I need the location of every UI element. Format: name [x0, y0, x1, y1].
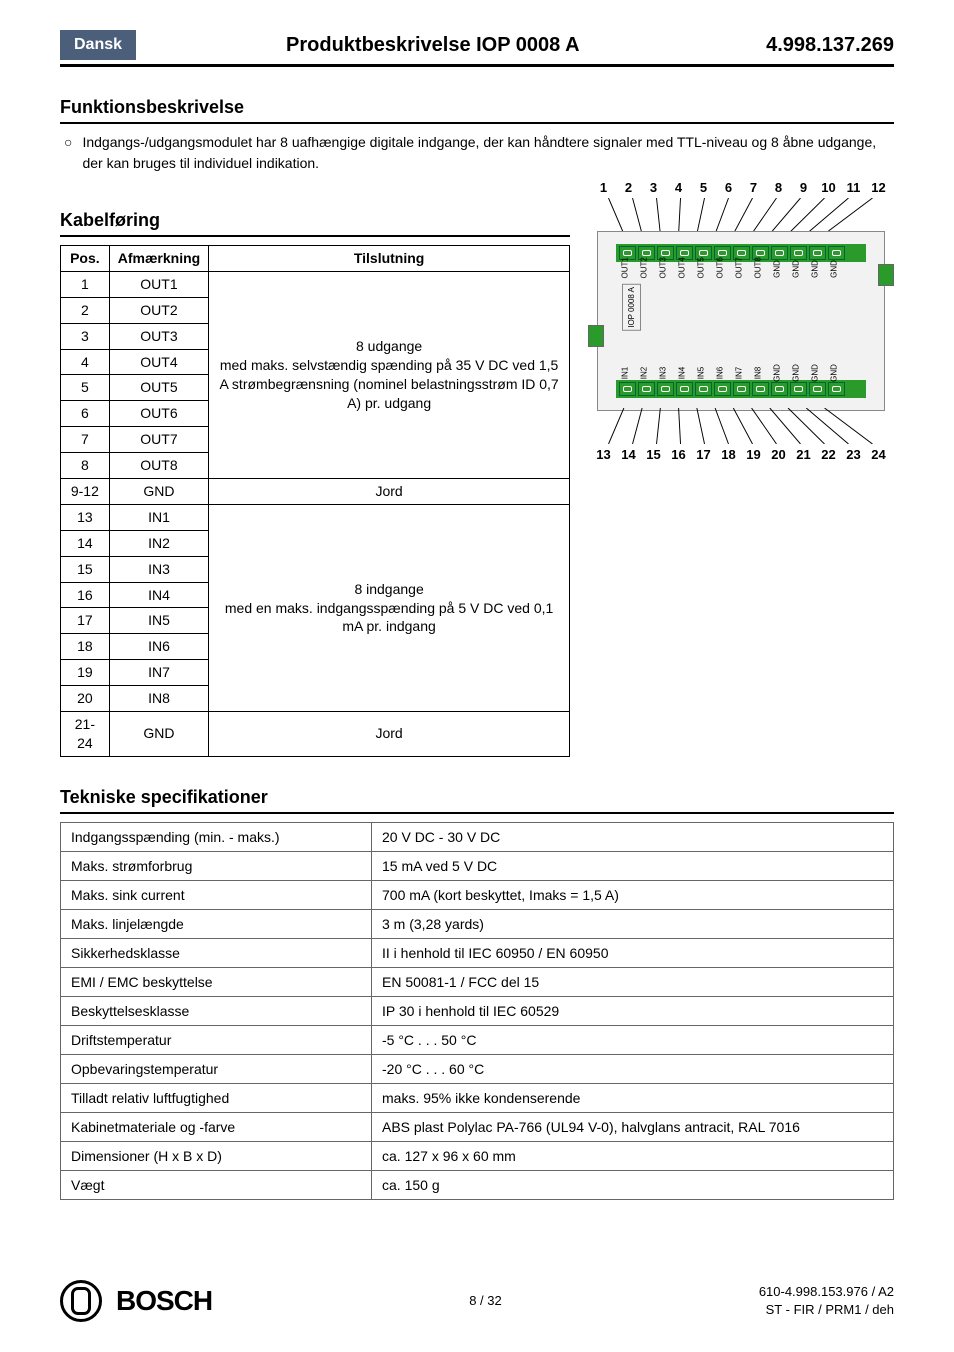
cell: OUT4 — [109, 349, 208, 375]
conn-gnd2: Jord — [209, 712, 570, 757]
cell: OUT7 — [109, 427, 208, 453]
footer-ref2: ST - FIR / PRM1 / deh — [759, 1301, 894, 1319]
cell: IN2 — [109, 530, 208, 556]
spec-value: 15 mA ved 5 V DC — [372, 851, 894, 880]
specs-heading: Tekniske specifikationer — [60, 787, 894, 814]
cell: 14 — [61, 530, 110, 556]
terminal-strip-bot — [616, 380, 866, 398]
cell: IN5 — [109, 608, 208, 634]
page-footer: BOSCH 8 / 32 610-4.998.153.976 / A2 ST -… — [60, 1280, 894, 1322]
spec-label: Driftstemperatur — [61, 1025, 372, 1054]
bosch-icon — [60, 1280, 102, 1322]
spec-label: Maks. sink current — [61, 880, 372, 909]
cell: OUT3 — [109, 323, 208, 349]
spec-value: EN 50081-1 / FCC del 15 — [372, 967, 894, 996]
spec-label: EMI / EMC beskyttelse — [61, 967, 372, 996]
cell: 20 — [61, 686, 110, 712]
spec-label: Beskyttelsesklasse — [61, 996, 372, 1025]
cell: 4 — [61, 349, 110, 375]
footer-ref1: 610-4.998.153.976 / A2 — [759, 1283, 894, 1301]
wiring-heading: Kabelføring — [60, 210, 570, 237]
spec-label: Sikkerhedsklasse — [61, 938, 372, 967]
cell: 1 — [61, 271, 110, 297]
cell: OUT5 — [109, 375, 208, 401]
cell: GND — [109, 712, 208, 757]
cell: 8 — [61, 453, 110, 479]
labels-top: OUT1OUT2OUT3OUT4OUT5OUT6OUT7OUT8GNDGNDGN… — [616, 265, 866, 273]
cell: 21-24 — [61, 712, 110, 757]
cell: IN3 — [109, 556, 208, 582]
spec-value: IP 30 i henhold til IEC 60529 — [372, 996, 894, 1025]
spec-value: ca. 127 x 96 x 60 mm — [372, 1141, 894, 1170]
cell: IN8 — [109, 686, 208, 712]
spec-value: 20 V DC - 30 V DC — [372, 822, 894, 851]
conn-out: 8 udgange med maks. selvstændig spænding… — [209, 271, 570, 478]
funcdesc-content: Indgangs-/udgangsmodulet har 8 uafhængig… — [82, 132, 894, 174]
cell: 5 — [61, 375, 110, 401]
specs-table: Indgangsspænding (min. - maks.)20 V DC -… — [60, 822, 894, 1200]
cell: 15 — [61, 556, 110, 582]
spec-label: Maks. strømforbrug — [61, 851, 372, 880]
wiring-table: Pos. Afmærkning Tilslutning 1OUT18 udgan… — [60, 245, 570, 757]
header-code: 4.998.137.269 — [766, 34, 894, 57]
spec-label: Indgangsspænding (min. - maks.) — [61, 822, 372, 851]
page-header: Dansk Produktbeskrivelse IOP 0008 A 4.99… — [60, 30, 894, 67]
cell: 17 — [61, 608, 110, 634]
cell: 2 — [61, 297, 110, 323]
cell: 13 — [61, 504, 110, 530]
spec-value: 700 mA (kort beskyttet, Imaks = 1,5 A) — [372, 880, 894, 909]
module-diagram: 123456789101112 OUT1OUT2OUT3OUT4OUT5OUT6… — [591, 180, 891, 462]
spec-value: -5 °C . . . 50 °C — [372, 1025, 894, 1054]
spec-label: Opbevaringstemperatur — [61, 1054, 372, 1083]
cell: 7 — [61, 427, 110, 453]
diagram-bot-numbers: 131415161718192021222324 — [591, 447, 891, 462]
spec-value: -20 °C . . . 60 °C — [372, 1054, 894, 1083]
funcdesc-heading: Funktionsbeskrivelse — [60, 97, 894, 124]
cell: IN4 — [109, 582, 208, 608]
cell: 19 — [61, 660, 110, 686]
spec-label: Kabinetmateriale og -farve — [61, 1112, 372, 1141]
cell: 16 — [61, 582, 110, 608]
cell: IN1 — [109, 504, 208, 530]
diagram-top-numbers: 123456789101112 — [591, 180, 891, 195]
spec-value: ca. 150 g — [372, 1170, 894, 1199]
cell: OUT6 — [109, 401, 208, 427]
bosch-logo: BOSCH — [116, 1285, 212, 1317]
language-badge: Dansk — [60, 30, 136, 60]
spec-value: II i henhold til IEC 60950 / EN 60950 — [372, 938, 894, 967]
page-title: Produktbeskrivelse IOP 0008 A — [166, 34, 766, 57]
cell: 6 — [61, 401, 110, 427]
chip-label: IOP 0008 A — [622, 284, 641, 331]
spec-value: ABS plast Polylac PA-766 (UL94 V-0), hal… — [372, 1112, 894, 1141]
labels-bot: IN1IN2IN3IN4IN5IN6IN7IN8GNDGNDGNDGND — [616, 369, 866, 377]
cell: OUT1 — [109, 271, 208, 297]
cell: 9-12 — [61, 479, 110, 505]
conn-gnd1: Jord — [209, 479, 570, 505]
spec-label: Vægt — [61, 1170, 372, 1199]
spec-label: Dimensioner (H x B x D) — [61, 1141, 372, 1170]
cell: 18 — [61, 634, 110, 660]
cell: IN7 — [109, 660, 208, 686]
cell: GND — [109, 479, 208, 505]
cell: 3 — [61, 323, 110, 349]
spec-value: 3 m (3,28 yards) — [372, 909, 894, 938]
conn-in: 8 indgange med en maks. indgangsspænding… — [209, 504, 570, 711]
funcdesc-text: ○ Indgangs-/udgangsmodulet har 8 uafhæng… — [60, 132, 894, 174]
cell: OUT8 — [109, 453, 208, 479]
spec-value: maks. 95% ikke kondenserende — [372, 1083, 894, 1112]
spec-label: Maks. linjelængde — [61, 909, 372, 938]
th-marking: Afmærkning — [109, 246, 208, 272]
cell: OUT2 — [109, 297, 208, 323]
th-conn: Tilslutning — [209, 246, 570, 272]
th-pos: Pos. — [61, 246, 110, 272]
spec-label: Tilladt relativ luftfugtighed — [61, 1083, 372, 1112]
cell: IN6 — [109, 634, 208, 660]
footer-page: 8 / 32 — [212, 1293, 759, 1308]
